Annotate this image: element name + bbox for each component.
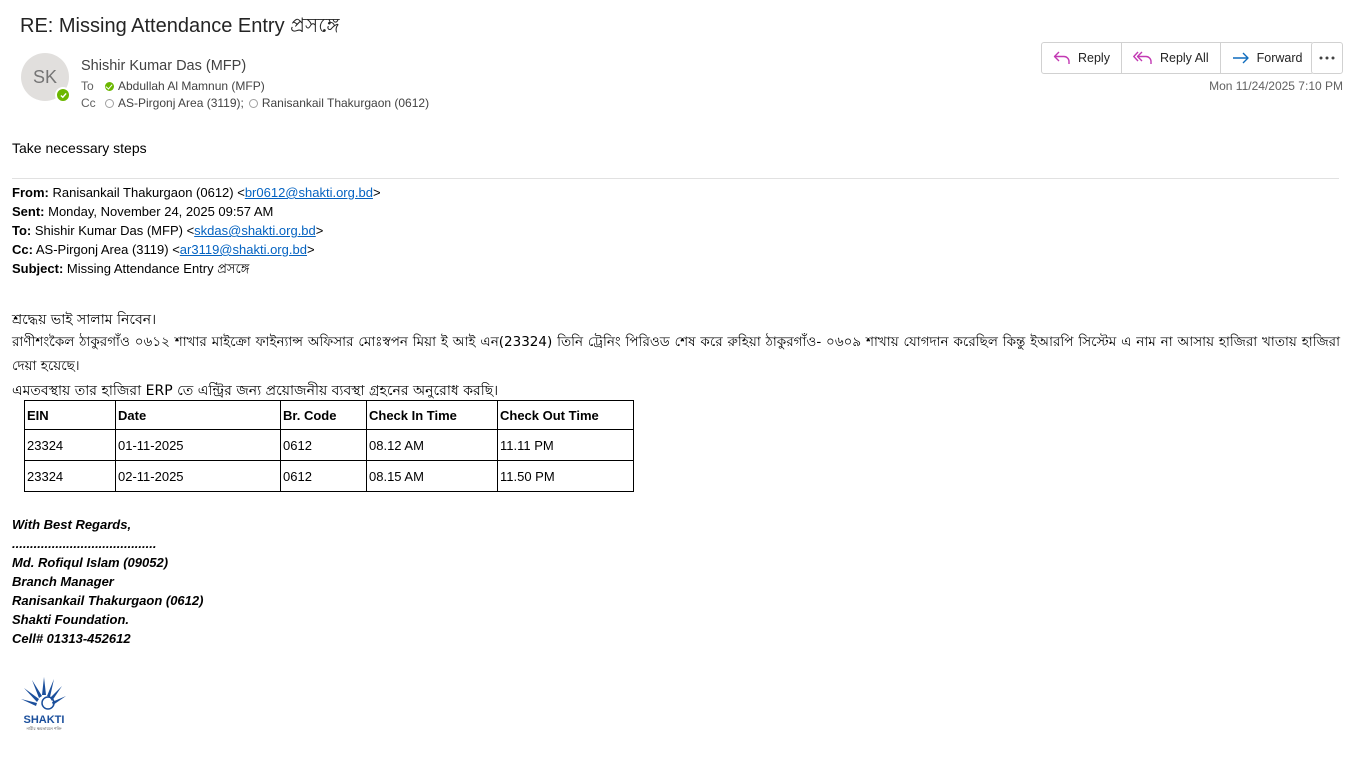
forward-button[interactable]: Forward [1221,43,1314,73]
to-row: To Abdullah Al Mamnun (MFP) [81,79,265,93]
table-cell: 08.12 AM [366,429,498,461]
presence-unknown-icon [105,98,114,108]
subject-header-text: Missing Attendance Entry প্রসঙ্গে [66,261,250,276]
reply-body: Take necessary steps [12,140,147,156]
table-cell: 0612 [280,429,367,461]
logo-tagline: নারীর ক্ষমতায়নে শক্তি [25,726,61,731]
reply-button[interactable]: Reply [1042,43,1122,73]
column-header: Br. Code [280,400,367,430]
more-actions-button[interactable] [1311,42,1343,74]
cc-email-link[interactable]: ar3119@shakti.org.bd [180,242,307,257]
column-header: Date [115,400,281,430]
more-icon [1319,56,1335,60]
original-cc: Cc: AS-Pirgonj Area (3119) <ar3119@shakt… [12,242,315,257]
cc-header-label: Cc: [12,242,33,257]
cc-row: Cc AS-Pirgonj Area (3119); Ranisankail T… [81,96,429,110]
reply-all-label: Reply All [1159,51,1209,65]
table-row: 23324 02-11-2025 0612 08.15 AM 11.50 PM [24,460,634,492]
sent-text: Monday, November 24, 2025 09:57 AM [48,204,274,219]
signature-org: Shakti Foundation. [12,612,129,627]
table-cell: 23324 [24,460,116,492]
table-cell: 0612 [280,460,367,492]
sender-name[interactable]: Shishir Kumar Das (MFP) [81,58,246,74]
subject-header-label: Subject: [12,261,64,276]
email-subject: RE: Missing Attendance Entry প্রসঙ্গে [20,15,340,37]
table-cell: 23324 [24,429,116,461]
table-cell: 11.50 PM [497,460,634,492]
signature-name: Md. Rofiqul Islam (09052) [12,555,169,570]
column-header: EIN [24,400,116,430]
bengali-paragraph: রাণীশংকৈল ঠাকুরগাঁও ০৬১২ শাখার মাইক্রো ফ… [12,334,1340,374]
cc-label: Cc [81,96,96,110]
cc-header-text: AS-Pirgonj Area (3119) < [35,242,180,257]
table-cell: 08.15 AM [366,460,498,492]
signature-branch: Ranisankail Thakurgaon (0612) [12,593,204,608]
attendance-table: EIN Date Br. Code Check In Time Check Ou… [24,400,634,492]
reply-all-button[interactable]: Reply All [1122,43,1221,73]
signature-cell: Cell# 01313-452612 [12,631,131,646]
from-close: > [372,185,381,200]
cc-recipient[interactable]: Ranisankail Thakurgaon (0612) [262,96,429,110]
divider [12,178,1339,179]
from-label: From: [12,185,49,200]
to-header-text: Shishir Kumar Das (MFP) < [34,223,195,238]
to-header-label: To: [12,223,32,238]
table-cell: 01-11-2025 [115,429,281,461]
presence-available-icon [105,81,114,91]
to-label: To [81,79,94,93]
table-cell: 11.11 PM [497,429,634,461]
to-email-link[interactable]: skdas@shakti.org.bd [194,223,316,238]
original-subject: Subject: Missing Attendance Entry প্রসঙ্… [12,260,249,281]
cc-recipient[interactable]: AS-Pirgonj Area (3119); [118,96,244,110]
forward-icon [1232,52,1249,64]
column-header: Check Out Time [497,400,634,430]
reply-icon [1053,51,1070,64]
shakti-logo: SHAKTI নারীর ক্ষমতায়নে শক্তি [21,677,66,731]
sent-label: Sent: [12,204,45,219]
original-to: To: Shishir Kumar Das (MFP) <skdas@shakt… [12,223,323,238]
presence-available-icon [55,87,71,103]
from-email-link[interactable]: br0612@shakti.org.bd [245,185,373,200]
avatar-initials: SK [32,66,57,87]
bengali-greeting: শ্রদ্ধেয় ভাই সালাম নিবেন। [12,312,157,328]
signature-title: Branch Manager [12,574,114,589]
logo-wordmark: SHAKTI [24,714,65,726]
original-from: From: Ranisankail Thakurgaon (0612) <br0… [12,185,381,200]
reply-all-icon [1133,51,1152,64]
message-actions: Reply Reply All Forward [1041,42,1315,74]
to-recipient[interactable]: Abdullah Al Mamnun (MFP) [118,79,265,93]
from-text: Ranisankail Thakurgaon (0612) < [52,185,245,200]
message-timestamp: Mon 11/24/2025 7:10 PM [1209,79,1343,93]
original-sent: Sent: Monday, November 24, 2025 09:57 AM [12,204,273,219]
presence-unknown-icon [248,98,258,108]
sender-avatar[interactable]: SK [21,53,71,103]
table-header-row: EIN Date Br. Code Check In Time Check Ou… [24,400,634,430]
forward-label: Forward [1256,51,1303,65]
table-cell: 02-11-2025 [115,460,281,492]
cc-close: > [306,242,315,257]
table-row: 23324 01-11-2025 0612 08.12 AM 11.11 PM [24,429,634,461]
column-header: Check In Time [366,400,498,430]
signature-dots: ........................................ [12,536,157,551]
reply-label: Reply [1078,51,1110,65]
signature-regards: With Best Regards, [12,517,132,532]
to-close: > [315,223,324,238]
